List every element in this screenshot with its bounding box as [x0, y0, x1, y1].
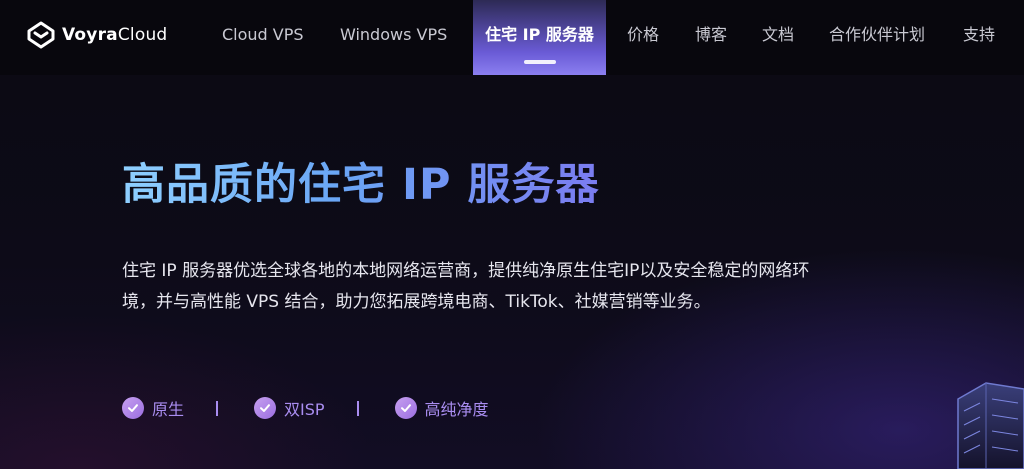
feature-label: 双ISP	[284, 400, 325, 419]
brand-name-part1: Voyra	[62, 25, 118, 45]
feature-item-high-purity: 高纯净度	[394, 396, 489, 420]
nav-item-pricing[interactable]: 价格	[627, 0, 659, 75]
feature-divider	[356, 400, 359, 416]
check-circle-icon	[254, 397, 277, 419]
top-navbar: VoyraCloud Cloud VPS Windows VPS 住宅 IP 服…	[0, 0, 1024, 75]
server-building-illustration	[957, 382, 1024, 469]
brand-logo[interactable]: VoyraCloud	[26, 19, 167, 51]
feature-item-native: 原生	[122, 396, 184, 420]
logo-icon	[27, 21, 55, 49]
nav-item-windows-vps[interactable]: Windows VPS	[340, 0, 447, 75]
nav-item-support[interactable]: 支持	[963, 0, 995, 75]
nav-item-docs[interactable]: 文档	[762, 0, 794, 75]
feature-label: 高纯净度	[424, 400, 489, 419]
nav-item-partner-program[interactable]: 合作伙伴计划	[829, 0, 925, 75]
nav-item-cloud-vps[interactable]: Cloud VPS	[222, 0, 304, 75]
nav-item-label: Cloud VPS	[222, 25, 304, 44]
nav-item-label: Windows VPS	[340, 25, 448, 44]
page: VoyraCloud Cloud VPS Windows VPS 住宅 IP 服…	[0, 0, 1024, 469]
nav-item-label: 住宅 IP 服务器	[485, 25, 594, 44]
feature-list: 原生 双ISP 高纯净度	[122, 392, 489, 424]
hero-description: 住宅 IP 服务器优选全球各地的本地网络运营商，提供纯净原生住宅IP以及安全稳定…	[122, 261, 810, 312]
nav-item-label: 价格	[627, 25, 660, 44]
nav-item-label: 合作伙伴计划	[829, 25, 926, 44]
nav-item-label: 支持	[963, 25, 996, 44]
feature-label: 原生	[152, 400, 185, 419]
nav-item-label: 文档	[762, 25, 795, 44]
nav-item-label: 博客	[695, 25, 728, 44]
check-circle-icon	[394, 397, 417, 419]
hero-title: 高品质的住宅 IP 服务器	[122, 150, 599, 212]
check-circle-icon	[122, 397, 144, 419]
nav-item-blog[interactable]: 博客	[695, 0, 727, 75]
active-indicator	[523, 60, 556, 64]
nav-item-residential-ip-active[interactable]: 住宅 IP 服务器	[473, 0, 606, 75]
feature-item-dual-isp: 双ISP	[254, 396, 325, 420]
brand-name-part2: Cloud	[117, 25, 168, 45]
feature-divider	[216, 400, 219, 416]
brand-name: VoyraCloud	[62, 25, 167, 45]
